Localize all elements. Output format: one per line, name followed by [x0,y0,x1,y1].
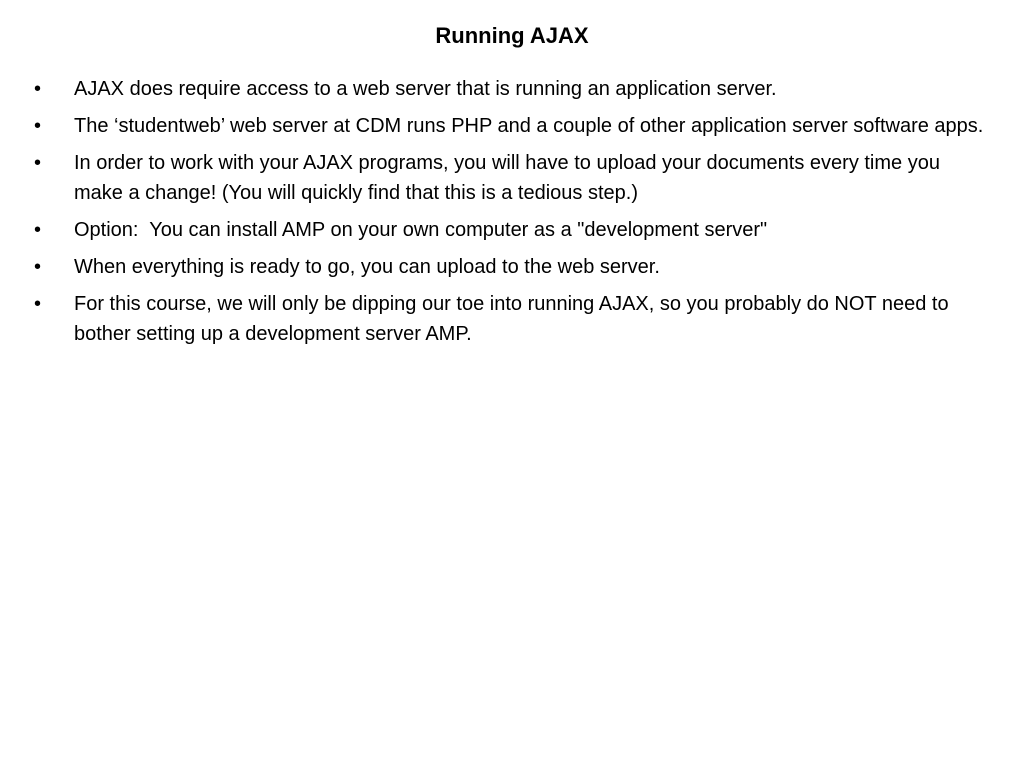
slide-title: Running AJAX [435,23,589,48]
slide: Running AJAX • AJAX does require access … [0,0,1024,768]
bullet-text: Option: You can install AMP on your own … [74,219,768,241]
bullet-item: • When everything is ready to go, you ca… [34,252,994,282]
bullet-icon: • [34,115,42,137]
bullet-text: In order to work with your AJAX programs… [74,152,940,204]
bullet-icon: • [34,78,42,100]
bullet-icon: • [34,152,42,174]
bullet-text: The ‘studentweb’ web server at CDM runs … [74,115,984,137]
bullet-item: • Option: You can install AMP on your ow… [34,215,994,245]
bullet-text: When everything is ready to go, you can … [74,256,660,278]
bullet-text: AJAX does require access to a web server… [74,78,777,100]
bullet-item: • In order to work with your AJAX progra… [34,148,994,208]
bullet-item: • AJAX does require access to a web serv… [34,74,994,104]
bullet-icon: • [34,219,42,241]
bullet-item: • For this course, we will only be dippi… [34,289,994,349]
bullet-item: • The ‘studentweb’ web server at CDM run… [34,111,994,141]
bullet-icon: • [34,256,42,278]
bullet-list: • AJAX does require access to a web serv… [34,74,994,356]
bullet-text: For this course, we will only be dipping… [74,293,949,345]
bullet-icon: • [34,293,42,315]
